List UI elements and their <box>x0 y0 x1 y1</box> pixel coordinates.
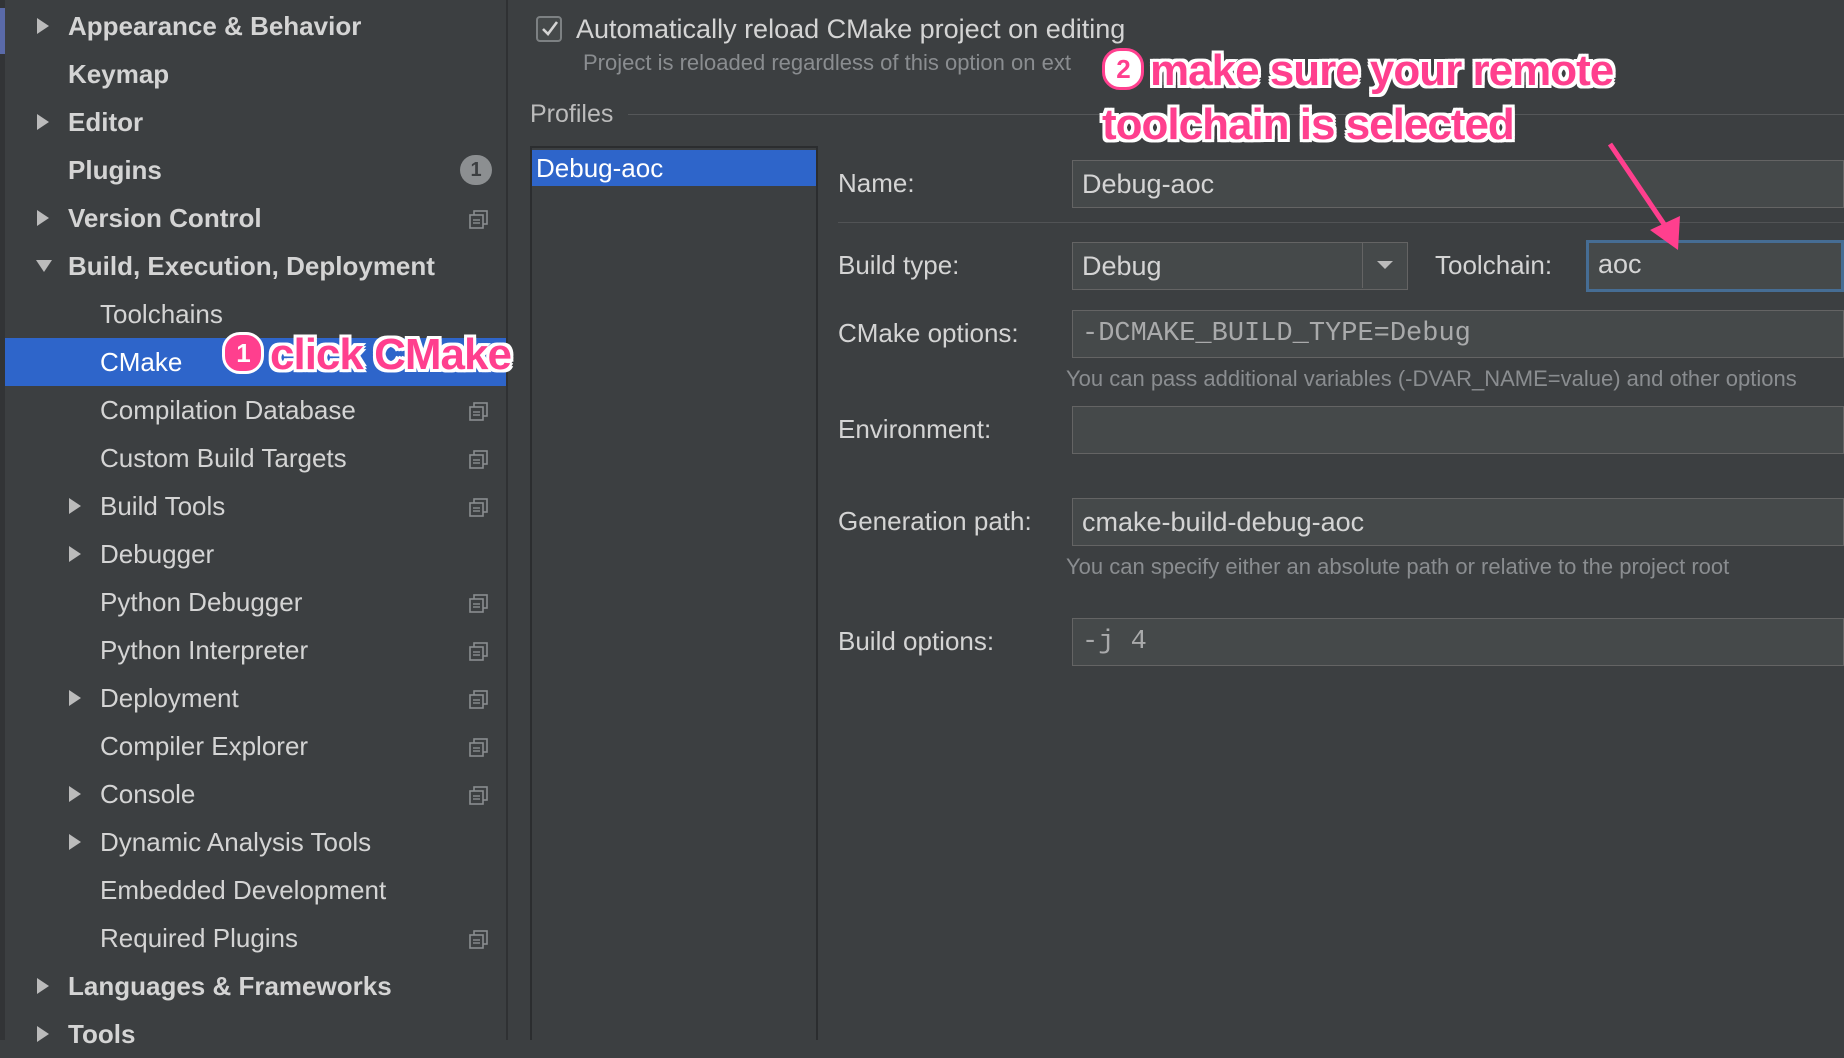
sidebar-item-editor[interactable]: Editor <box>5 98 506 146</box>
annotation-step-2-line1: make sure your remote <box>1150 46 1614 95</box>
sidebar-item-label: Required Plugins <box>100 922 299 953</box>
sidebar-item-label: Custom Build Targets <box>100 442 347 473</box>
annotation-number-2: 2 <box>1102 48 1144 91</box>
sidebar-item-label: Console <box>100 778 196 809</box>
generation-path-label: Generation path: <box>838 506 1032 536</box>
cmake-options-field[interactable]: -DCMAKE_BUILD_TYPE=Debug <box>1072 310 1844 358</box>
chevron-right-icon[interactable] <box>67 545 83 563</box>
annotation-step-2-line2: toolchain is selected <box>1102 100 1515 149</box>
sidebar-item-debugger[interactable]: Debugger <box>5 530 506 578</box>
project-scope-icon <box>468 591 490 613</box>
sidebar-item-label: Editor <box>68 106 144 137</box>
sidebar-item-label: Python Interpreter <box>100 634 309 665</box>
build-type-select[interactable]: Debug <box>1072 242 1408 290</box>
sidebar-item-label: Keymap <box>68 58 170 89</box>
auto-reload-label: Automatically reload CMake project on ed… <box>576 14 1126 44</box>
sidebar-item-label: Toolchains <box>100 298 223 329</box>
sidebar-item-python-debugger[interactable]: Python Debugger <box>5 578 506 626</box>
annotation-step-1: 1 click CMake <box>222 330 512 380</box>
project-scope-icon <box>468 639 490 661</box>
sidebar-item-label: Build, Execution, Deployment <box>68 250 435 281</box>
chevron-right-icon[interactable] <box>67 689 83 707</box>
cmake-options-label: CMake options: <box>838 318 1019 348</box>
sidebar-item-label: Debugger <box>100 538 215 569</box>
sidebar-item-label: CMake <box>100 346 183 377</box>
chevron-right-icon[interactable] <box>35 1025 51 1043</box>
cmake-options-hint: You can pass additional variables (-DVAR… <box>1066 366 1797 391</box>
chevron-right-icon[interactable] <box>35 977 51 995</box>
project-scope-icon <box>468 927 490 949</box>
project-scope-icon <box>468 399 490 421</box>
sidebar-item-deployment[interactable]: Deployment <box>5 674 506 722</box>
build-type-dropdown-button[interactable] <box>1362 242 1406 288</box>
profiles-list[interactable]: Debug-aoc <box>530 146 818 1040</box>
auto-reload-hint: Project is reloaded regardless of this o… <box>583 50 1071 75</box>
project-scope-icon <box>468 447 490 469</box>
name-field[interactable]: Debug-aoc <box>1072 160 1844 208</box>
profile-item-debug-aoc[interactable]: Debug-aoc <box>532 150 816 186</box>
sidebar-item-required-plugins[interactable]: Required Plugins <box>5 914 506 962</box>
chevron-right-icon[interactable] <box>67 785 83 803</box>
sidebar-item-compilation-database[interactable]: Compilation Database <box>5 386 506 434</box>
sidebar-item-tools[interactable]: Tools <box>5 1010 506 1058</box>
chevron-down-icon <box>1377 261 1393 269</box>
sidebar-item-label: Languages & Frameworks <box>68 970 392 1001</box>
project-scope-icon <box>468 735 490 757</box>
sidebar-item-version-control[interactable]: Version Control <box>5 194 506 242</box>
sidebar-item-languages-and-frameworks[interactable]: Languages & Frameworks <box>5 962 506 1010</box>
sidebar-item-label: Version Control <box>68 202 262 233</box>
sidebar-item-label: Deployment <box>100 682 239 713</box>
annotation-step-2-line2-wrap: toolchain is selected <box>1102 100 1515 150</box>
chevron-right-icon[interactable] <box>35 17 51 35</box>
sidebar-item-label: Tools <box>68 1018 136 1049</box>
sidebar-item-label: Embedded Development <box>100 874 387 905</box>
sidebar-item-console[interactable]: Console <box>5 770 506 818</box>
project-scope-icon <box>468 207 490 229</box>
annotation-step-2: 2 make sure your remote <box>1102 46 1614 96</box>
sidebar-item-label: Build Tools <box>100 490 226 521</box>
generation-path-field[interactable]: cmake-build-debug-aoc <box>1072 498 1844 546</box>
name-label: Name: <box>838 168 915 198</box>
environment-label: Environment: <box>838 414 992 444</box>
sidebar-item-label: Compiler Explorer <box>100 730 309 761</box>
checkmark-icon <box>542 21 559 36</box>
generation-path-hint: You can specify either an absolute path … <box>1066 554 1730 579</box>
build-options-label: Build options: <box>838 626 995 656</box>
sidebar-item-appearance-and-behavior[interactable]: Appearance & Behavior <box>5 2 506 50</box>
sidebar-item-dynamic-analysis-tools[interactable]: Dynamic Analysis Tools <box>5 818 506 866</box>
project-scope-icon <box>468 783 490 805</box>
build-options-field[interactable]: -j 4 <box>1072 618 1844 666</box>
chevron-right-icon[interactable] <box>35 113 51 131</box>
build-type-label: Build type: <box>838 250 960 280</box>
annotation-arrow-icon <box>1607 142 1680 250</box>
settings-sidebar: Appearance & Behavior Keymap Editor Plugins… <box>0 0 508 1049</box>
environment-field[interactable] <box>1072 406 1844 454</box>
chevron-right-icon[interactable] <box>67 497 83 515</box>
annotation-number-1: 1 <box>222 332 264 375</box>
sidebar-item-keymap[interactable]: Keymap <box>5 50 506 98</box>
sidebar-item-build-tools[interactable]: Build Tools <box>5 482 506 530</box>
plugins-update-badge: 1 <box>460 155 492 185</box>
chevron-right-icon[interactable] <box>35 209 51 227</box>
annotation-step-1-text: click CMake <box>270 330 512 379</box>
sidebar-item-label: Appearance & Behavior <box>68 10 362 41</box>
sidebar-item-label: Python Debugger <box>100 586 303 617</box>
sidebar-item-compiler-explorer[interactable]: Compiler Explorer <box>5 722 506 770</box>
build-type-value: Debug <box>1082 251 1162 281</box>
toolchain-label: Toolchain: <box>1435 250 1553 280</box>
chevron-down-icon[interactable] <box>35 257 52 275</box>
sidebar-item-embedded-development[interactable]: Embedded Development <box>5 866 506 914</box>
sidebar-item-label: Plugins <box>68 154 162 185</box>
auto-reload-checkbox[interactable] <box>536 16 562 42</box>
sidebar-item-plugins[interactable]: Plugins 1 <box>5 146 506 194</box>
sidebar-item-custom-build-targets[interactable]: Custom Build Targets <box>5 434 506 482</box>
sidebar-item-label: Dynamic Analysis Tools <box>100 826 372 857</box>
chevron-right-icon[interactable] <box>67 833 83 851</box>
sidebar-item-python-interpreter[interactable]: Python Interpreter <box>5 626 506 674</box>
profiles-title: Profiles <box>530 100 614 128</box>
project-scope-icon <box>468 687 490 709</box>
sidebar-item-build-execution-deployment[interactable]: Build, Execution, Deployment <box>5 242 506 290</box>
project-scope-icon <box>468 495 490 517</box>
sidebar-item-label: Compilation Database <box>100 394 356 425</box>
